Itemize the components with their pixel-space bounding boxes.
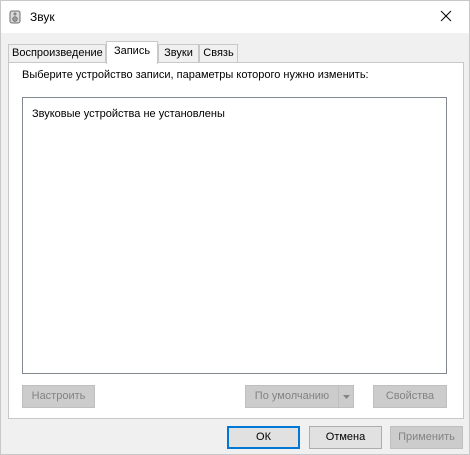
set-default-dropdown[interactable] bbox=[338, 386, 353, 407]
close-button[interactable] bbox=[423, 1, 469, 33]
set-default-label: По умолчанию bbox=[254, 390, 330, 402]
title-bar[interactable]: Звук bbox=[1, 1, 469, 33]
cancel-button[interactable]: Отмена bbox=[309, 426, 382, 449]
ok-button[interactable]: ОК bbox=[227, 426, 300, 449]
chevron-down-icon bbox=[342, 386, 350, 407]
apply-button[interactable]: Применить bbox=[390, 426, 463, 449]
empty-device-message: Звуковые устройства не установлены bbox=[32, 108, 225, 120]
tab-playback[interactable]: Воспроизведение bbox=[8, 44, 106, 63]
close-icon bbox=[440, 10, 452, 25]
instruction-text: Выберите устройство записи, параметры ко… bbox=[22, 69, 369, 81]
properties-button[interactable]: Свойства bbox=[373, 385, 447, 408]
speaker-icon bbox=[8, 10, 22, 24]
tab-strip: Воспроизведение Запись Звуки Связь bbox=[8, 41, 464, 64]
sound-dialog: Звук Воспроизведение Запись Звуки Связь … bbox=[0, 0, 470, 455]
recording-device-list[interactable]: Звуковые устройства не установлены bbox=[22, 97, 447, 374]
tab-communications[interactable]: Связь bbox=[199, 44, 238, 63]
set-default-button[interactable]: По умолчанию bbox=[245, 385, 354, 408]
configure-button[interactable]: Настроить bbox=[22, 385, 95, 408]
recording-tab-page: Выберите устройство записи, параметры ко… bbox=[8, 62, 464, 419]
tab-recording[interactable]: Запись bbox=[106, 41, 158, 64]
window-title: Звук bbox=[30, 10, 55, 24]
tab-sounds[interactable]: Звуки bbox=[158, 44, 199, 63]
